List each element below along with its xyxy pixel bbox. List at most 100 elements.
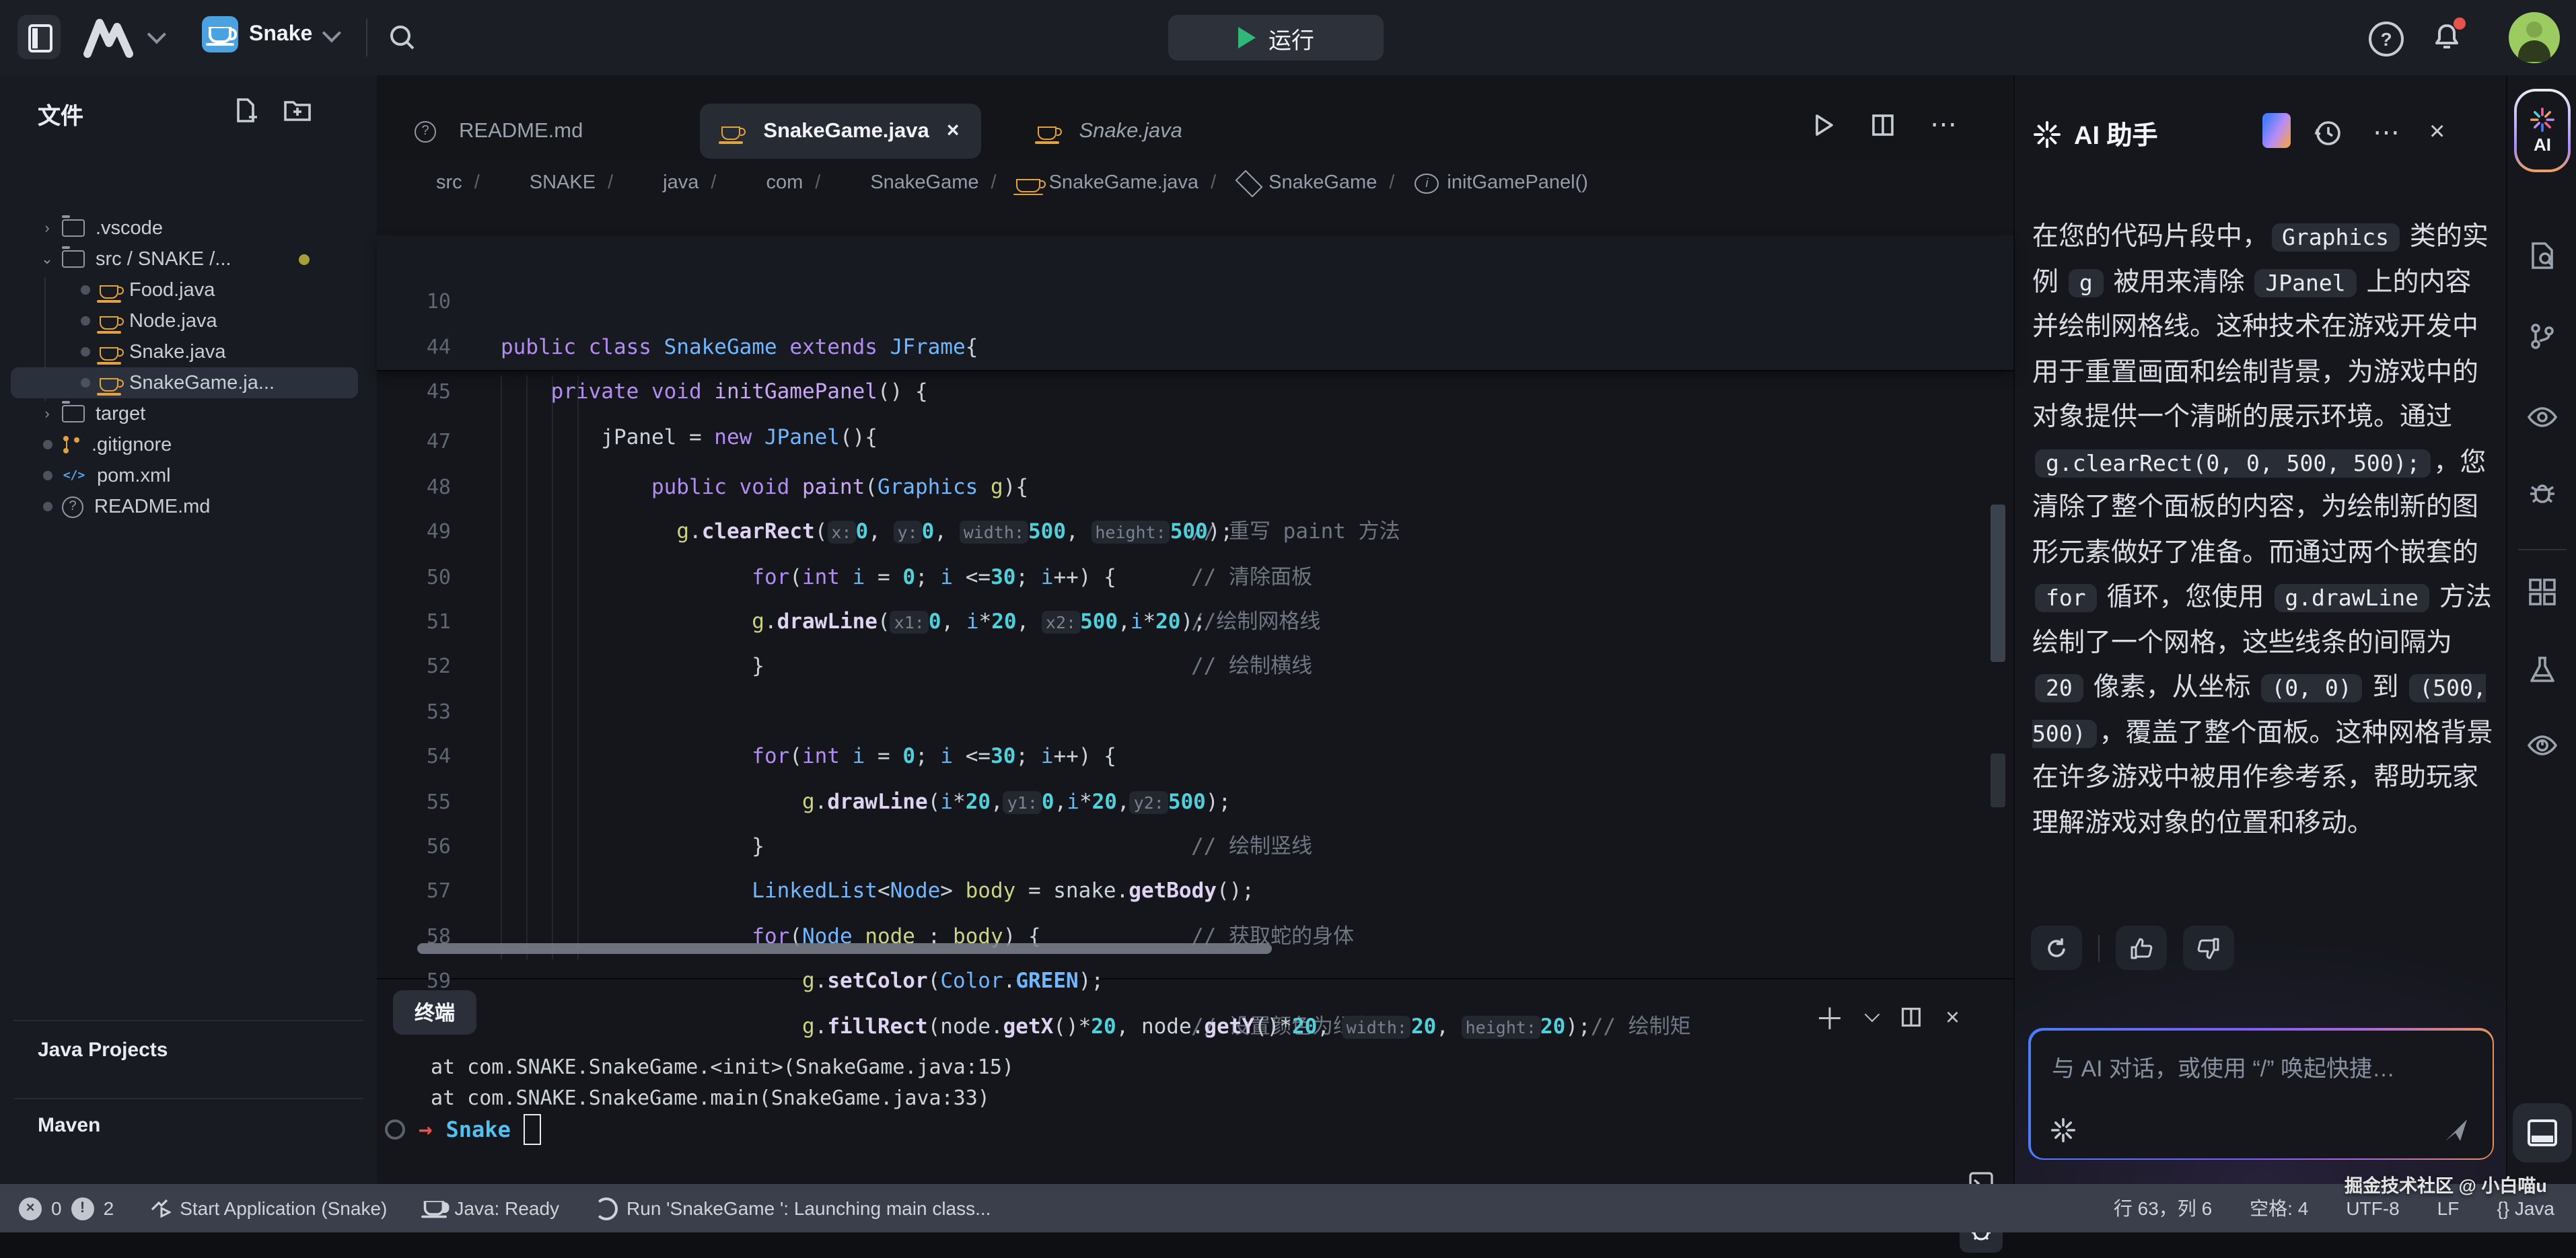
horizontal-scrollbar[interactable] — [417, 943, 1272, 954]
language-mode[interactable]: {} Java — [2497, 1197, 2554, 1219]
ai-chat-input[interactable]: 与 AI 对话，或使用 “/” 唤起快捷… — [2028, 1028, 2494, 1160]
regenerate-button[interactable] — [2031, 926, 2082, 970]
encoding[interactable]: UTF-8 — [2346, 1197, 2399, 1219]
close-panel-icon[interactable]: × — [2429, 117, 2445, 148]
breadcrumb-icon — [736, 172, 758, 194]
code-line[interactable]: 53 for(int i = 0; i <=30; i++) { — [377, 645, 2013, 690]
code-line[interactable]: 50 g.drawLine(x1:0, i*20, x2:500,i*20); … — [377, 510, 2013, 555]
extensions-grid-tool[interactable] — [2518, 568, 2567, 616]
breadcrumb-item[interactable]: com — [699, 172, 803, 194]
code-line[interactable]: 51 } — [377, 555, 2013, 600]
breadcrumb-item[interactable]: SNAKE — [462, 172, 596, 194]
user-avatar[interactable] — [2509, 12, 2560, 63]
file-name: Snake.java — [129, 341, 226, 363]
file-tree-item[interactable]: Snake.java — [11, 336, 358, 367]
code-line[interactable]: 44 private void initGamePanel() { — [377, 281, 2013, 326]
problems-indicator[interactable]: × 0 ! 2 — [19, 1197, 114, 1220]
section-maven[interactable]: Maven — [38, 1114, 100, 1137]
close-terminal-icon[interactable]: × — [1945, 1003, 1960, 1031]
java-status[interactable]: Java: Ready — [422, 1197, 559, 1219]
app-logo-icon[interactable] — [81, 16, 137, 59]
launch-config[interactable]: Start Application (Snake) — [149, 1197, 387, 1219]
cursor-position[interactable]: 行 63，列 6 — [2114, 1195, 2212, 1222]
file-tree-item[interactable]: README.md — [11, 491, 358, 522]
notifications-bell-icon[interactable] — [2431, 20, 2463, 52]
vertical-scrollbar[interactable] — [1991, 505, 2005, 662]
toggle-panel-button[interactable] — [2513, 1103, 2572, 1162]
code-line[interactable]: 56 LinkedList<Node> body = snake.getBody… — [377, 780, 2013, 825]
code-line[interactable]: 49 for(int i = 0; i <=30; i++) { //绘制网格线 — [377, 466, 2013, 511]
tree-chevron-icon: › — [44, 220, 49, 236]
debug-start-icon — [149, 1197, 170, 1219]
code-line[interactable]: 58 g.setColor(Color.GREEN); // 设置颜色为绿色 — [377, 870, 2013, 915]
run-button[interactable]: 运行 — [1168, 15, 1384, 61]
ai-model-icon[interactable] — [2262, 113, 2291, 148]
split-terminal-icon[interactable] — [1901, 1006, 1923, 1028]
file-name: Food.java — [129, 279, 215, 301]
divider — [13, 1098, 363, 1099]
file-tree-item[interactable]: ⌄ src / SNAKE /... — [11, 244, 358, 274]
new-folder-icon[interactable] — [283, 97, 312, 124]
ai-assistant-tool-active[interactable]: AI — [2514, 89, 2571, 172]
breadcrumb-item[interactable]: SnakeGame — [1198, 172, 1377, 194]
thumbs-up-button[interactable] — [2116, 926, 2167, 970]
indentation[interactable]: 空格: 4 — [2250, 1195, 2308, 1222]
eol-sequence[interactable]: LF — [2437, 1197, 2460, 1219]
code-line[interactable]: 55 } — [377, 735, 2013, 780]
file-search-tool[interactable] — [2518, 231, 2567, 280]
history-icon[interactable] — [2314, 118, 2343, 147]
code-line[interactable]: 52 — [377, 600, 2013, 645]
debug-bug-tool[interactable] — [2518, 468, 2567, 517]
sidebar-toggle-button[interactable] — [17, 15, 61, 59]
editor-tab[interactable]: README.md — [393, 104, 622, 159]
breadcrumb-item[interactable]: src — [406, 172, 462, 194]
prompt-sparkle-icon[interactable] — [2050, 1117, 2075, 1142]
code-line[interactable]: 10 public class SnakeGame extends JFrame… — [377, 235, 2013, 281]
file-type-icon — [62, 219, 85, 237]
editor-tab[interactable]: SnakeGame.java × — [700, 104, 980, 159]
file-tree-item[interactable]: Food.java — [11, 274, 358, 305]
search-icon[interactable] — [388, 23, 417, 52]
test-flask-tool[interactable] — [2518, 646, 2567, 694]
errors-icon: × — [19, 1197, 42, 1220]
breadcrumb-item[interactable]: SnakeGame — [803, 172, 978, 194]
file-tree-item[interactable]: SnakeGame.ja... — [11, 367, 358, 398]
code-line[interactable]: 45 jPanel = new JPanel(){ — [377, 326, 2013, 371]
power-mode-tool[interactable] — [2518, 721, 2567, 770]
run-progress[interactable]: Run 'SnakeGame ': Launching main class..… — [594, 1197, 991, 1220]
breadcrumb-item[interactable]: SnakeGame.java — [979, 172, 1199, 194]
section-java-projects[interactable]: Java Projects — [38, 1039, 168, 1062]
code-line[interactable]: 54 g.drawLine(i*20,y1:0,i*20,y2:500); //… — [377, 690, 2013, 735]
file-type-icon — [100, 316, 118, 330]
breadcrumb-item[interactable]: initGamePanel() — [1377, 172, 1588, 194]
tab-file-icon — [721, 126, 740, 140]
thumbs-down-button[interactable] — [2183, 926, 2234, 970]
send-icon[interactable] — [2441, 1115, 2470, 1144]
split-editor-icon[interactable] — [1871, 113, 1895, 137]
more-actions-icon[interactable]: ⋯ — [1930, 118, 1960, 132]
terminal-dropdown-chevron-icon[interactable] — [1865, 1007, 1881, 1023]
file-type-icon — [62, 465, 86, 486]
source-control-tool[interactable] — [2518, 312, 2567, 361]
file-tree-item[interactable]: › target — [11, 398, 358, 429]
breadcrumb-item[interactable]: java — [596, 172, 699, 194]
preview-eye-tool[interactable] — [2518, 393, 2567, 441]
logo-menu-chevron-icon[interactable] — [147, 25, 166, 44]
file-tree-item[interactable]: Node.java — [11, 305, 358, 336]
file-tree-item[interactable]: › .vscode — [11, 213, 358, 244]
run-label: 运行 — [1268, 21, 1314, 54]
file-tree-item[interactable]: .gitignore — [11, 429, 358, 460]
editor-area: README.md SnakeGame.java × Snake.java — [377, 75, 2013, 1184]
tab-close-icon[interactable]: × — [947, 119, 960, 143]
new-file-icon[interactable] — [231, 97, 258, 124]
git-status-dot — [80, 316, 90, 326]
editor-tab[interactable]: Snake.java — [1015, 104, 1221, 159]
more-icon[interactable]: ⋯ — [2373, 116, 2400, 149]
help-icon[interactable]: ? — [2369, 22, 2404, 57]
project-switcher[interactable]: Snake — [202, 16, 336, 52]
run-file-icon[interactable] — [1812, 113, 1836, 137]
file-tree-item[interactable]: pom.xml — [11, 460, 358, 491]
new-terminal-icon[interactable]: ＋ — [1815, 996, 1845, 1039]
git-status-dot — [42, 440, 52, 449]
code-line[interactable]: 57 for(Node node : body) { — [377, 825, 2013, 870]
